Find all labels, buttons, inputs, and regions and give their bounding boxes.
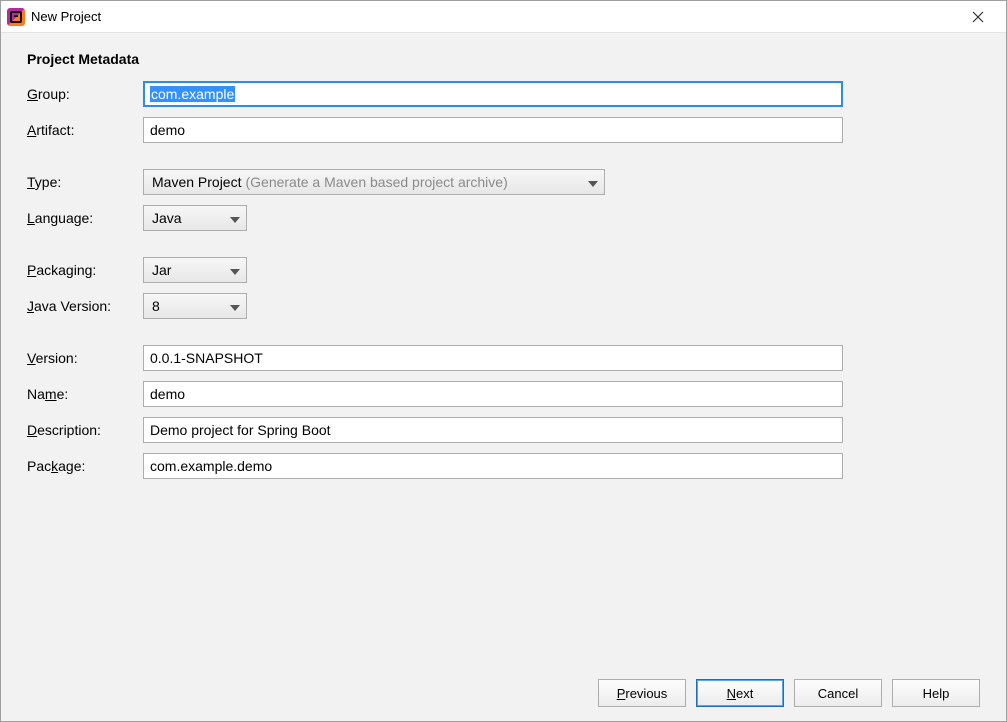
java-version-select[interactable]: 8: [143, 293, 247, 319]
version-input[interactable]: 0.0.1-SNAPSHOT: [143, 345, 843, 371]
type-select[interactable]: Maven Project (Generate a Maven based pr…: [143, 169, 605, 195]
previous-button[interactable]: Previous: [598, 679, 686, 707]
close-button[interactable]: [958, 3, 998, 31]
section-heading: Project Metadata: [27, 51, 980, 67]
label-name: Name:: [27, 386, 139, 402]
window-title: New Project: [31, 9, 101, 24]
chevron-down-icon: [230, 262, 240, 278]
chevron-down-icon: [230, 298, 240, 314]
cancel-button[interactable]: Cancel: [794, 679, 882, 707]
form: Group: com.example Artifact: demo Type: …: [27, 81, 980, 479]
close-icon: [972, 11, 984, 23]
new-project-dialog: New Project Project Metadata Group: com.…: [0, 0, 1007, 722]
label-packaging: Packaging:: [27, 262, 139, 278]
language-select[interactable]: Java: [143, 205, 247, 231]
description-input[interactable]: Demo project for Spring Boot: [143, 417, 843, 443]
label-language: Language:: [27, 210, 139, 226]
name-input[interactable]: demo: [143, 381, 843, 407]
chevron-down-icon: [230, 210, 240, 226]
label-type: Type:: [27, 174, 139, 190]
next-button[interactable]: Next: [696, 679, 784, 707]
chevron-down-icon: [588, 174, 598, 190]
titlebar: New Project: [1, 1, 1006, 33]
label-version: Version:: [27, 350, 139, 366]
help-button[interactable]: Help: [892, 679, 980, 707]
label-java-version: Java Version:: [27, 298, 139, 314]
group-input[interactable]: com.example: [143, 81, 843, 107]
client-area: Project Metadata Group: com.example Arti…: [1, 33, 1006, 721]
label-group: Group:: [27, 86, 139, 102]
artifact-input[interactable]: demo: [143, 117, 843, 143]
label-artifact: Artifact:: [27, 122, 139, 138]
intellij-icon: [7, 8, 25, 26]
package-input[interactable]: com.example.demo: [143, 453, 843, 479]
label-description: Description:: [27, 422, 139, 438]
dialog-buttons: Previous Next Cancel Help: [27, 667, 980, 707]
label-package: Package:: [27, 458, 139, 474]
packaging-select[interactable]: Jar: [143, 257, 247, 283]
